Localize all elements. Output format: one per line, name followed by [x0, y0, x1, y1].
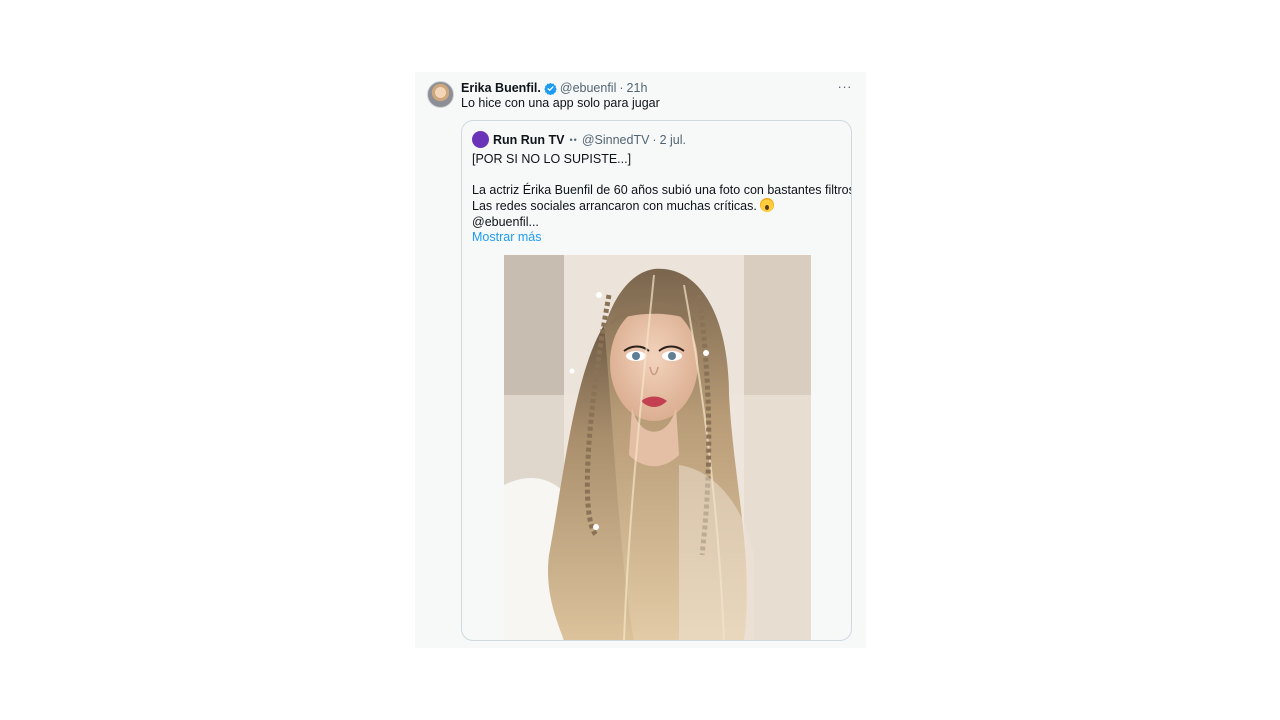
verified-badge-icon — [544, 82, 557, 95]
quoted-text-line-with-emoji: Las redes sociales arrancaron con muchas… — [472, 198, 847, 215]
screenshot-stage: Erika Buenfil. @ebuenfil · 21h ··· Lo hi… — [0, 0, 1280, 720]
tweet-card[interactable]: Erika Buenfil. @ebuenfil · 21h ··· Lo hi… — [415, 72, 866, 648]
quoted-tweet-date[interactable]: 2 jul. — [660, 133, 686, 147]
author-avatar[interactable] — [427, 81, 454, 108]
quoted-author-avatar[interactable] — [472, 131, 489, 148]
quoted-tweet-body: [POR SI NO LO SUPISTE...] La actriz Érik… — [472, 152, 852, 246]
author-name[interactable]: Erika Buenfil. — [461, 81, 541, 95]
tweet-text: Lo hice con una app solo para jugar — [461, 96, 660, 110]
quoted-text-line: Las redes sociales arrancaron con muchas… — [472, 199, 757, 213]
author-handle[interactable]: @ebuenfil — [560, 81, 616, 95]
quoted-text-line: La actriz Érika Buenfil de 60 años subió… — [472, 182, 852, 197]
quoted-header-separator: · — [652, 132, 657, 147]
quoted-tweet-photo[interactable] — [504, 255, 811, 640]
quoted-text-line: [POR SI NO LO SUPISTE...] — [472, 152, 632, 166]
tweet-time[interactable]: 21h — [627, 81, 648, 95]
portrait-image — [504, 255, 811, 640]
quoted-badge-icon: •• — [569, 134, 578, 145]
quoted-tweet[interactable]: Run Run TV •• @SinnedTV · 2 jul. [POR SI… — [461, 120, 852, 641]
more-options-icon[interactable]: ··· — [838, 80, 853, 93]
quoted-tweet-header: Run Run TV •• @SinnedTV · 2 jul. — [493, 131, 686, 148]
quoted-author-handle[interactable]: @SinnedTV — [582, 133, 650, 147]
tweet-header: Erika Buenfil. @ebuenfil · 21h — [461, 79, 647, 97]
quoted-mention[interactable]: @ebuenfil... — [472, 215, 847, 231]
show-more-link[interactable]: Mostrar más — [472, 230, 847, 246]
scream-emoji-icon — [760, 198, 775, 212]
header-separator: · — [619, 81, 624, 95]
quoted-author-name[interactable]: Run Run TV — [493, 133, 565, 147]
